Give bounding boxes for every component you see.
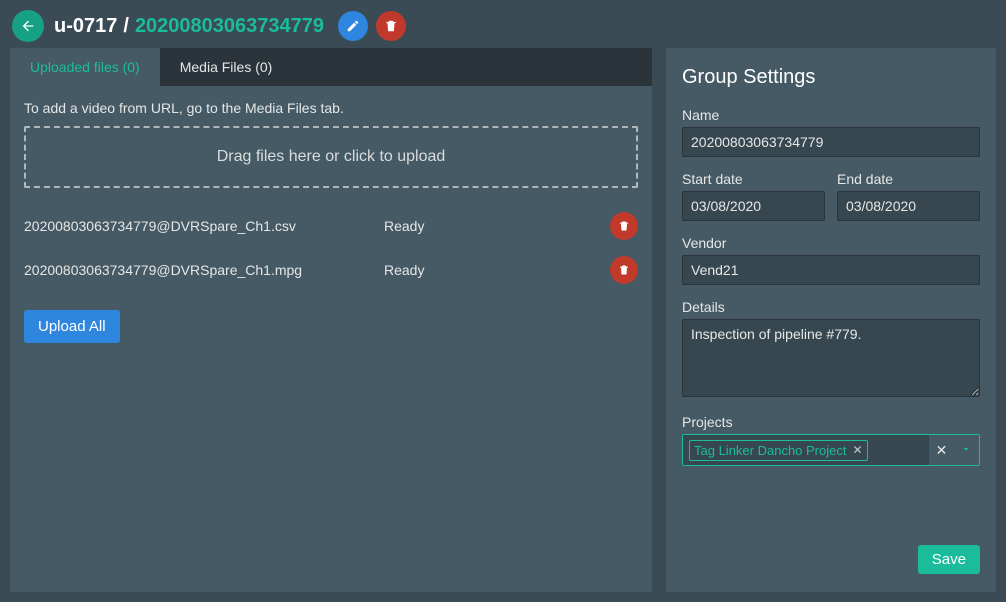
name-input[interactable]	[682, 127, 980, 157]
tab-bar: Uploaded files (0) Media Files (0)	[10, 48, 652, 86]
breadcrumb-root: u-0717	[54, 15, 117, 38]
upload-all-button[interactable]: Upload All	[24, 310, 120, 343]
projects-dropdown-toggle[interactable]	[960, 442, 972, 458]
project-tag-label: Tag Linker Dancho Project	[694, 443, 846, 458]
label-vendor: Vendor	[682, 235, 980, 251]
save-button[interactable]: Save	[918, 545, 980, 574]
project-tag-remove[interactable]: ✕	[852, 443, 862, 457]
settings-title: Group Settings	[682, 66, 980, 89]
arrow-left-icon	[20, 18, 36, 34]
left-column: Uploaded files (0) Media Files (0) To ad…	[10, 48, 652, 592]
breadcrumb-separator: /	[117, 15, 135, 38]
back-button[interactable]	[12, 10, 44, 42]
file-row: 20200803063734779@DVRSpare_Ch1.mpg Ready	[24, 248, 638, 292]
trash-icon	[618, 264, 630, 276]
label-details: Details	[682, 299, 980, 315]
vendor-input[interactable]	[682, 255, 980, 285]
edit-button[interactable]	[338, 11, 368, 41]
projects-clear[interactable]: ✕	[936, 442, 948, 459]
settings-panel: Group Settings Name Start date End date …	[666, 48, 996, 592]
breadcrumb-current: 20200803063734779	[135, 15, 324, 38]
end-date-input[interactable]	[837, 191, 980, 221]
label-projects: Projects	[682, 414, 980, 430]
file-name: 20200803063734779@DVRSpare_Ch1.mpg	[24, 262, 384, 278]
page-header: u-0717 / 20200803063734779	[0, 0, 1006, 48]
chevron-down-icon	[960, 443, 972, 455]
project-tag: Tag Linker Dancho Project ✕	[689, 440, 868, 461]
label-end-date: End date	[837, 171, 980, 187]
delete-group-button[interactable]	[376, 11, 406, 41]
file-delete-button[interactable]	[610, 212, 638, 240]
file-delete-button[interactable]	[610, 256, 638, 284]
trash-icon	[384, 19, 398, 33]
pencil-icon	[346, 19, 360, 33]
file-status: Ready	[384, 218, 610, 234]
file-name: 20200803063734779@DVRSpare_Ch1.csv	[24, 218, 384, 234]
label-name: Name	[682, 107, 980, 123]
start-date-input[interactable]	[682, 191, 825, 221]
label-start-date: Start date	[682, 171, 825, 187]
projects-select[interactable]: Tag Linker Dancho Project ✕ ✕	[682, 434, 980, 466]
file-row: 20200803063734779@DVRSpare_Ch1.csv Ready	[24, 204, 638, 248]
upload-hint: To add a video from URL, go to the Media…	[24, 100, 638, 116]
trash-icon	[618, 220, 630, 232]
details-textarea[interactable]	[682, 319, 980, 397]
tab-media-files[interactable]: Media Files (0)	[160, 48, 293, 86]
file-status: Ready	[384, 262, 610, 278]
tab-uploaded-files[interactable]: Uploaded files (0)	[10, 48, 160, 86]
dropzone[interactable]: Drag files here or click to upload	[24, 126, 638, 188]
